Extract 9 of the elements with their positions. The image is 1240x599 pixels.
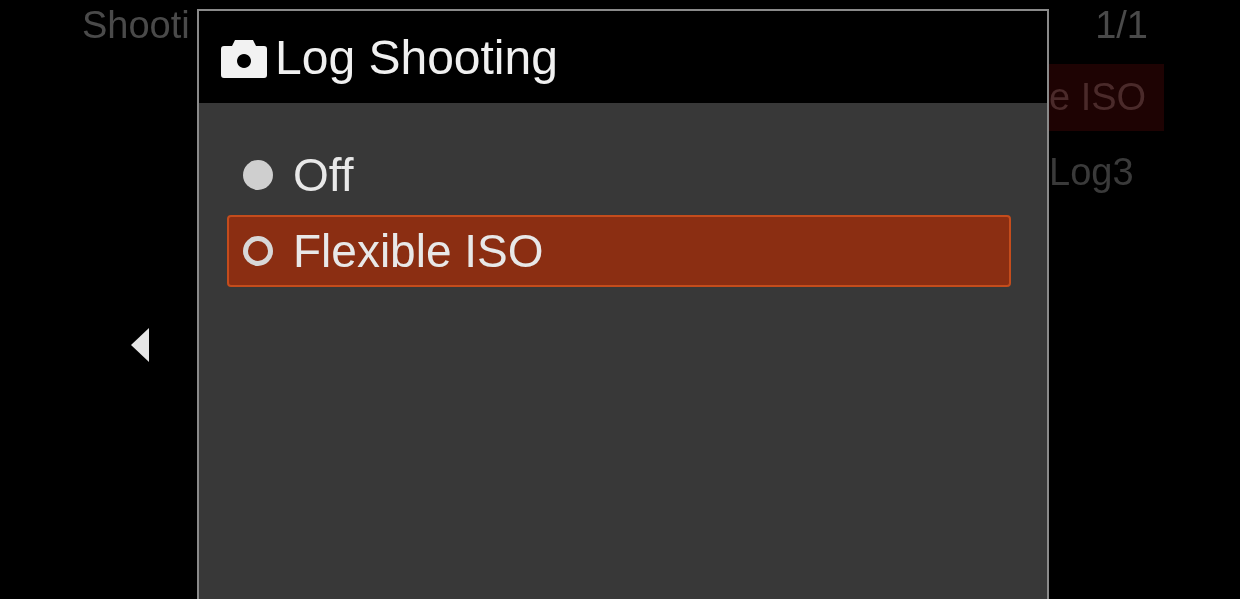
menu-title: Shooti <box>82 3 190 47</box>
radio-button[interactable] <box>243 236 273 266</box>
dialog-title: Log Shooting <box>275 29 558 85</box>
option-item[interactable]: Off <box>227 139 1011 211</box>
left-arrow-icon <box>131 328 149 362</box>
radio-button[interactable] <box>243 160 273 190</box>
page-number: 1/1 <box>1095 3 1148 47</box>
menu-value: Log3 <box>1048 150 1135 195</box>
option-item[interactable]: Flexible ISO <box>227 215 1011 287</box>
